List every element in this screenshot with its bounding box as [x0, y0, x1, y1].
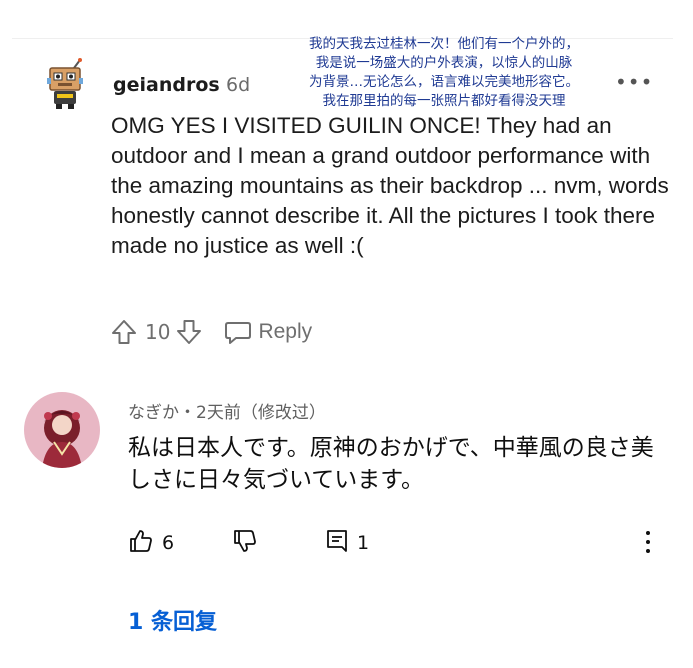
- translation-line: 我在那里拍的每一张照片都好看得没天理: [322, 93, 566, 109]
- chinese-translation-overlay: 我的天我去过桂林一次！他们有一个户外的， 我是说一场盛大的户外表演，以惊人的山脉…: [259, 35, 629, 111]
- vote-count: 10: [145, 320, 171, 344]
- more-vert-icon[interactable]: [640, 526, 656, 558]
- upvote-icon[interactable]: [111, 318, 137, 346]
- reply-count: 1: [357, 532, 370, 554]
- comment-actions: 6 1: [128, 528, 668, 558]
- translation-line: 为背景…无论怎么，语言难以完美地形容它。: [309, 74, 579, 90]
- comment-meta: なぎか・2天前（修改过）: [128, 403, 326, 423]
- dislike-button[interactable]: [232, 528, 258, 558]
- reddit-comment: 我的天我去过桂林一次！他们有一个户外的， 我是说一场盛大的户外表演，以惊人的山脉…: [0, 0, 693, 360]
- downvote-icon[interactable]: [176, 318, 202, 346]
- comment-icon: [325, 528, 349, 558]
- reply-label: Reply: [258, 320, 313, 343]
- thumb-down-icon: [232, 530, 258, 558]
- view-replies-link[interactable]: 1 条回复: [128, 604, 217, 636]
- chat-bubble-icon: [224, 318, 252, 346]
- like-button[interactable]: 6: [128, 528, 174, 558]
- more-options-button[interactable]: •••: [615, 70, 653, 94]
- comment-actions: 10 Reply: [111, 316, 312, 348]
- username[interactable]: geiandros: [113, 74, 220, 96]
- comment-age: 6d: [226, 74, 251, 96]
- translation-line: 我的天我去过桂林一次！他们有一个户外的，: [309, 36, 579, 52]
- reply-button[interactable]: Reply: [224, 318, 312, 346]
- youtube-comment: なぎか・2天前（修改过） 私は日本人です。原神のおかげで、中華風の良さ美しさに日…: [0, 380, 693, 668]
- comment-text: 私は日本人です。原神のおかげで、中華風の良さ美しさに日々気づいています。: [128, 435, 654, 493]
- avatar[interactable]: [24, 392, 100, 468]
- robot-avatar-icon[interactable]: [44, 58, 90, 110]
- like-count: 6: [162, 532, 175, 554]
- thumb-up-icon: [128, 528, 154, 558]
- comment-body: OMG YES I VISITED GUILIN ONCE! They had …: [111, 113, 669, 258]
- translation-line: 我是说一场盛大的户外表演，以惊人的山脉: [315, 55, 573, 71]
- reply-button[interactable]: 1: [325, 528, 369, 558]
